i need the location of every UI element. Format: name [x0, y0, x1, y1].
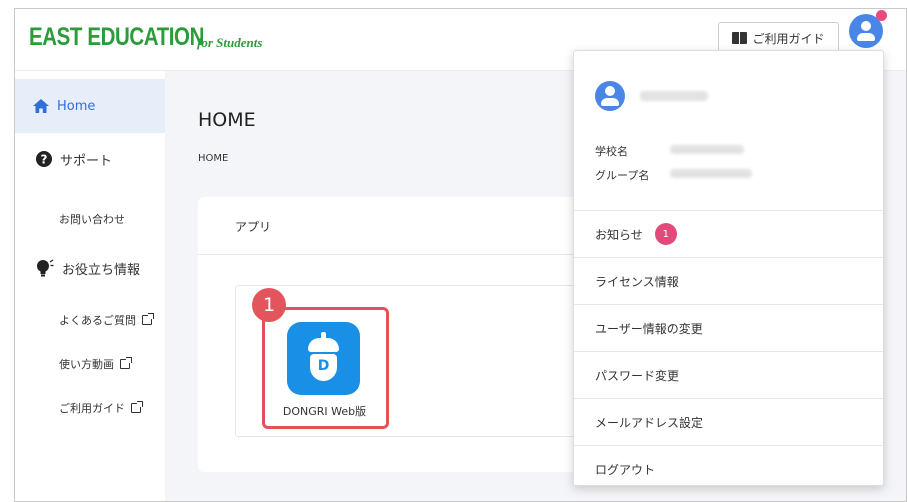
- sidebar-item-label: 使い方動画: [59, 358, 114, 371]
- notice-count-badge: 1: [654, 223, 677, 245]
- menu-item-license[interactable]: ライセンス情報: [574, 257, 883, 304]
- step-number-badge: 1: [252, 288, 286, 322]
- apps-card: アプリ: [198, 197, 618, 472]
- external-link-icon: [131, 401, 143, 413]
- group-label: グループ名: [595, 169, 650, 182]
- menu-item-notices[interactable]: お知らせ 1: [574, 210, 883, 257]
- sidebar: Home ? サポート お問い合わせ お役立ち情報 よくあるご質問 使い方動画 …: [15, 71, 165, 501]
- menu-item-label: パスワード変更: [595, 368, 680, 383]
- breadcrumb[interactable]: HOME: [198, 153, 228, 164]
- apps-card-header: アプリ: [198, 197, 618, 255]
- external-link-icon: [142, 313, 154, 325]
- sidebar-item-support[interactable]: ? サポート: [15, 146, 165, 172]
- menu-item-label: メールアドレス設定: [595, 415, 704, 430]
- sidebar-item-useful-info[interactable]: お役立ち情報: [15, 255, 165, 281]
- user-icon: [861, 21, 871, 31]
- sidebar-item-home[interactable]: Home: [15, 79, 165, 133]
- svg-text:?: ?: [41, 153, 48, 167]
- sidebar-item-label: Home: [57, 98, 96, 114]
- menu-item-label: お知らせ: [595, 227, 643, 242]
- menu-item-label: ログアウト: [595, 462, 656, 477]
- user-guide-button-label: ご利用ガイド: [752, 31, 825, 46]
- user-menu-dropdown: 学校名 グループ名 お知らせ 1 ライセンス情報 ユーザー情報の変更 パスワード…: [573, 50, 884, 486]
- step-highlight-box: [262, 307, 389, 429]
- menu-item-label: ユーザー情報の変更: [595, 321, 703, 336]
- user-avatar: [595, 81, 625, 111]
- notification-dot: [876, 10, 887, 21]
- menu-item-password[interactable]: パスワード変更: [574, 351, 883, 398]
- sidebar-item-label: サポート: [60, 153, 113, 169]
- external-link-icon: [120, 357, 132, 369]
- redacted-username: [640, 91, 708, 101]
- brand-logo-subtitle: for Students: [197, 35, 263, 50]
- menu-item-label: ライセンス情報: [595, 274, 679, 289]
- apps-card-title: アプリ: [235, 220, 272, 234]
- redacted-group: [670, 169, 752, 178]
- sidebar-item-label: お問い合わせ: [59, 213, 125, 226]
- sidebar-item-videos[interactable]: 使い方動画: [59, 356, 132, 372]
- sidebar-item-label: ご利用ガイド: [59, 402, 125, 415]
- user-icon-body: [601, 98, 619, 106]
- sidebar-item-label: よくあるご質問: [59, 314, 136, 327]
- sidebar-item-guide[interactable]: ご利用ガイド: [59, 400, 143, 416]
- user-icon-body: [857, 33, 875, 41]
- menu-item-logout[interactable]: ログアウト: [574, 445, 883, 492]
- menu-item-user-info[interactable]: ユーザー情報の変更: [574, 304, 883, 351]
- book-icon: [732, 32, 748, 44]
- sidebar-item-label: お役立ち情報: [62, 262, 141, 278]
- menu-item-email[interactable]: メールアドレス設定: [574, 398, 883, 445]
- user-icon: [605, 86, 615, 96]
- home-icon: [33, 99, 49, 113]
- page-title: HOME: [198, 109, 256, 131]
- sidebar-item-contact[interactable]: お問い合わせ: [59, 211, 125, 227]
- brand-logo[interactable]: EAST EDUCATION: [29, 23, 204, 52]
- lightbulb-icon: [37, 259, 54, 277]
- redacted-school: [670, 145, 744, 154]
- school-label: 学校名: [595, 145, 628, 158]
- sidebar-item-faq[interactable]: よくあるご質問: [59, 312, 154, 328]
- question-circle-icon: ?: [36, 151, 52, 167]
